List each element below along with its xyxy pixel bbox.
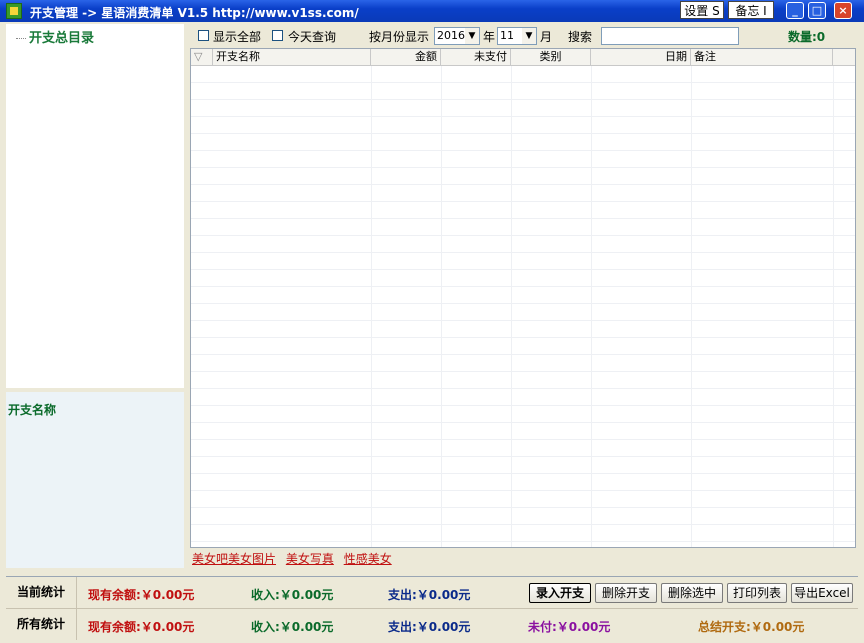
today-checkbox[interactable] xyxy=(272,30,283,41)
column-divider xyxy=(691,66,692,547)
minimize-button[interactable]: _ xyxy=(786,2,804,19)
sort-icon[interactable]: ▽ xyxy=(191,49,213,65)
chevron-down-icon[interactable]: ▼ xyxy=(465,28,479,44)
title-bar[interactable]: 开支管理 -> 星语消费清单 V1.5 http://www.v1ss.com/… xyxy=(0,0,864,22)
maximize-button[interactable]: □ xyxy=(808,2,826,19)
year-select[interactable]: 2016 ▼ xyxy=(434,27,480,45)
month-value: 11 xyxy=(500,29,514,42)
current-balance: 现有余额:￥0.00元 xyxy=(88,588,195,602)
search-input[interactable] xyxy=(601,27,739,45)
month-unit: 月 xyxy=(540,30,553,44)
search-label: 搜索 xyxy=(568,30,593,44)
filter-bar: 显示全部 今天查询 按月份显示 2016 ▼ 年 11 ▼ 月 搜索 数量:0 xyxy=(190,24,860,48)
ad-links: 美女吧美女图片 美女写真 性感美女 xyxy=(192,550,398,567)
add-expense-button[interactable]: 录入开支 xyxy=(529,583,591,603)
col-date[interactable]: 日期 xyxy=(591,49,691,65)
detail-panel: 开支名称 xyxy=(6,392,184,568)
all-total-expense: 总结开支:￥0.00元 xyxy=(698,620,805,634)
stats-panel: 当前统计 现有余额:￥0.00元 收入:￥0.00元 支出:￥0.00元 录入开… xyxy=(6,576,858,641)
column-divider xyxy=(441,66,442,547)
memo-button[interactable]: 备忘 I xyxy=(728,1,774,19)
delete-selected-button[interactable]: 删除选中 xyxy=(661,583,723,603)
expense-table[interactable]: ▽ 开支名称 金额 未支付 类别 日期 备注 xyxy=(190,48,856,548)
month-select[interactable]: 11 ▼ xyxy=(497,27,537,45)
app-icon xyxy=(6,3,22,19)
table-header: ▽ 开支名称 金额 未支付 类别 日期 备注 xyxy=(191,49,855,66)
category-tree[interactable]: 开支总目录 xyxy=(6,24,184,388)
delete-expense-button[interactable]: 删除开支 xyxy=(595,583,657,603)
current-income: 收入:￥0.00元 xyxy=(251,588,334,602)
col-category[interactable]: 类别 xyxy=(511,49,591,65)
export-excel-button[interactable]: 导出Excel xyxy=(791,583,853,603)
all-balance: 现有余额:￥0.00元 xyxy=(88,620,195,634)
current-stats-row: 当前统计 现有余额:￥0.00元 收入:￥0.00元 支出:￥0.00元 录入开… xyxy=(6,577,858,608)
by-month-label: 按月份显示 xyxy=(369,30,430,44)
col-amount[interactable]: 金额 xyxy=(371,49,441,65)
current-stats-caption: 当前统计 xyxy=(6,577,77,608)
column-divider xyxy=(833,66,834,547)
today-label[interactable]: 今天查询 xyxy=(288,28,336,45)
all-stats-caption: 所有统计 xyxy=(6,609,77,640)
all-income: 收入:￥0.00元 xyxy=(251,620,334,634)
window-title: 开支管理 -> 星语消费清单 V1.5 http://www.v1ss.com/ xyxy=(30,6,359,20)
expense-name-label: 开支名称 xyxy=(8,403,57,417)
chevron-down-icon[interactable]: ▼ xyxy=(522,28,536,44)
settings-button[interactable]: 设置 S xyxy=(680,1,724,19)
tree-root-item[interactable]: 开支总目录 xyxy=(16,27,94,46)
col-notes[interactable]: 备注 xyxy=(691,49,833,65)
column-divider xyxy=(591,66,592,547)
show-all-label[interactable]: 显示全部 xyxy=(213,28,261,45)
ad-link[interactable]: 性感美女 xyxy=(344,552,392,566)
column-divider xyxy=(371,66,372,547)
current-expense: 支出:￥0.00元 xyxy=(388,588,471,602)
col-unpaid[interactable]: 未支付 xyxy=(441,49,511,65)
ad-link[interactable]: 美女写真 xyxy=(286,552,334,566)
print-list-button[interactable]: 打印列表 xyxy=(727,583,787,603)
all-stats-row: 所有统计 现有余额:￥0.00元 收入:￥0.00元 支出:￥0.00元 未付:… xyxy=(6,608,858,640)
all-unpaid: 未付:￥0.00元 xyxy=(528,620,611,634)
ad-link[interactable]: 美女吧美女图片 xyxy=(192,552,276,566)
year-value: 2016 xyxy=(437,29,465,42)
show-all-checkbox[interactable] xyxy=(198,30,209,41)
year-unit: 年 xyxy=(483,30,496,44)
table-body[interactable] xyxy=(191,66,855,547)
column-divider xyxy=(511,66,512,547)
col-name[interactable]: 开支名称 xyxy=(213,49,371,65)
close-button[interactable]: × xyxy=(834,2,852,19)
all-expense: 支出:￥0.00元 xyxy=(388,620,471,634)
record-count: 数量:0 xyxy=(788,30,826,44)
